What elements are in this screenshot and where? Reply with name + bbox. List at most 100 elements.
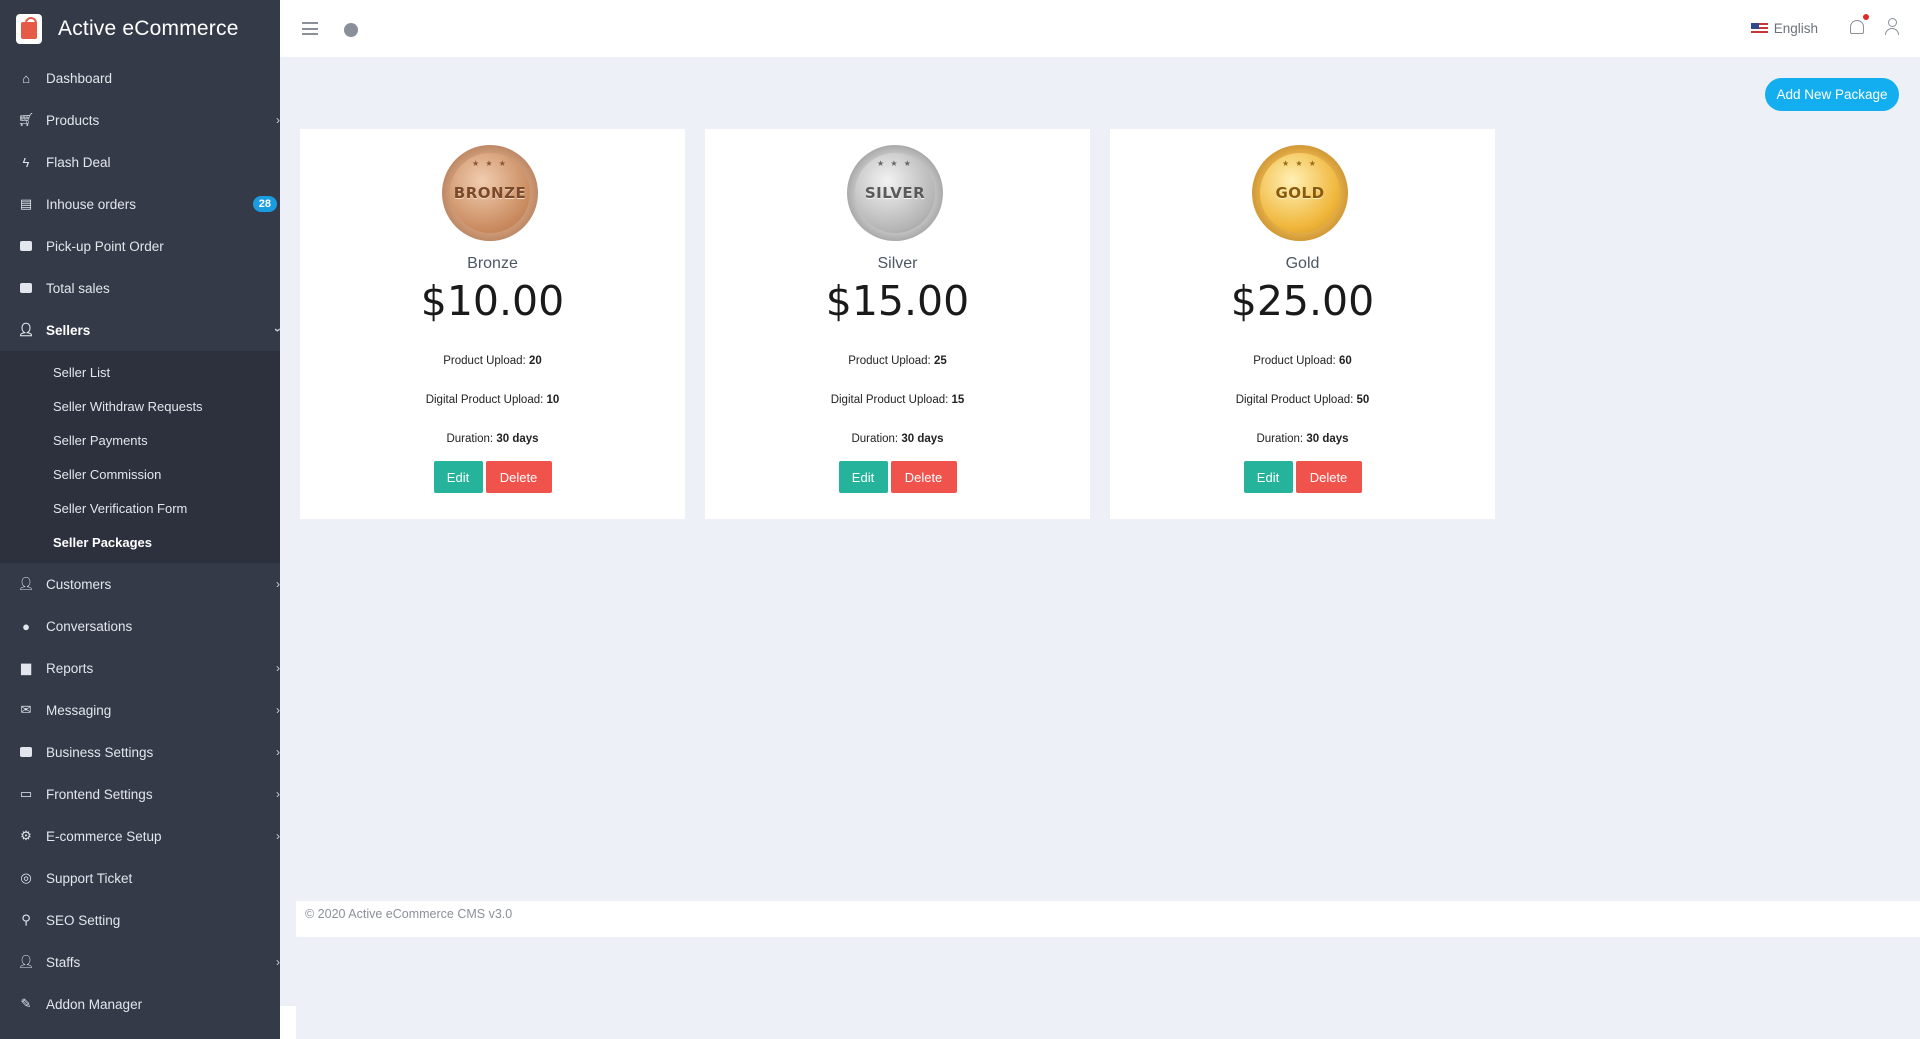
user-icon[interactable]: [1884, 18, 1900, 36]
submenu-item-seller-withdraw-requests[interactable]: Seller Withdraw Requests: [0, 389, 280, 423]
menu-toggle-icon[interactable]: [302, 22, 318, 35]
user-plus-icon: 👤︎: [17, 322, 35, 337]
topbar: English: [280, 0, 1920, 57]
gold-medal-icon: ★ ★ ★ GOLD: [1252, 145, 1348, 241]
sidebar-item-label: Pick-up Point Order: [46, 238, 164, 254]
sidebar-item-seo-setting[interactable]: ⚲ SEO Setting: [0, 899, 280, 941]
medal-text: SILVER: [864, 184, 926, 202]
sidebar-item-label: Reports: [46, 660, 94, 676]
sidebar-item-business-settings[interactable]: Business Settings ›: [0, 731, 280, 773]
product-upload-value: 60: [1338, 355, 1352, 367]
package-card-silver: ★ ★ ★ SILVER Silver $15.00 Product Uploa…: [705, 129, 1090, 519]
card-actions: Edit Delete: [300, 461, 685, 493]
product-upload-row: Product Upload: 20: [300, 355, 685, 367]
sidebar-item-label: Inhouse orders: [46, 196, 137, 212]
duration-row: Duration: 30 days: [1110, 433, 1495, 445]
edit-button[interactable]: Edit: [838, 461, 888, 493]
wrench-icon: ✎: [20, 996, 32, 1011]
sidebar-item-products[interactable]: 🛒︎ Products ›: [0, 99, 280, 141]
edit-button[interactable]: Edit: [433, 461, 483, 493]
duration-row: Duration: 30 days: [300, 433, 685, 445]
sidebar-item-label: Messaging: [46, 702, 112, 718]
sidebar-item-frontend-settings[interactable]: ▭ Frontend Settings ›: [0, 773, 280, 815]
sidebar-item-messaging[interactable]: ✉ Messaging ›: [0, 689, 280, 731]
globe-icon[interactable]: [344, 23, 358, 37]
sidebar-item-addon-manager[interactable]: ✎ Addon Manager: [0, 983, 280, 1025]
sidebar-item-label: Products: [46, 112, 100, 128]
sidebar-item-label: Frontend Settings: [46, 786, 153, 802]
sidebar-item-label: SEO Setting: [46, 912, 121, 928]
product-upload-label: Product Upload:: [848, 355, 931, 367]
sidebar-item-reports[interactable]: ▆ Reports ›: [0, 647, 280, 689]
duration-value: 30 days: [496, 433, 539, 445]
sidebar-item-sellers[interactable]: 👤︎ Sellers ›: [0, 309, 280, 351]
sidebar-item-pickup-point-order[interactable]: Pick-up Point Order: [0, 225, 280, 267]
product-upload-value: 25: [933, 355, 947, 367]
submenu-item-seller-payments[interactable]: Seller Payments: [0, 423, 280, 457]
sidebar-item-label: Dashboard: [46, 70, 113, 86]
sidebar-item-total-sales[interactable]: Total sales: [0, 267, 280, 309]
medal-text: BRONZE: [453, 184, 527, 202]
duration-value: 30 days: [901, 433, 944, 445]
brand-name: Active eCommerce: [58, 16, 239, 40]
comment-icon: ●: [22, 618, 30, 634]
sidebar-item-label: Customers: [46, 576, 112, 592]
duration-row: Duration: 30 days: [705, 433, 1090, 445]
delete-button[interactable]: Delete: [1295, 461, 1362, 493]
card-actions: Edit Delete: [705, 461, 1090, 493]
submenu-item-seller-list[interactable]: Seller List: [0, 355, 280, 389]
basket-icon: ▤: [19, 196, 33, 211]
digital-product-upload-value: 10: [546, 394, 560, 406]
package-price: $10.00: [420, 277, 565, 325]
edit-button[interactable]: Edit: [1243, 461, 1293, 493]
file-icon: ▆: [21, 660, 31, 675]
card-actions: Edit Delete: [1110, 461, 1495, 493]
chevron-right-icon: ›: [276, 745, 280, 759]
sidebar-nav: ⌂ Dashboard 🛒︎ Products › ϟ Flash Deal ▤…: [0, 57, 280, 351]
sidebar-item-label: Flash Deal: [46, 154, 111, 170]
sidebar-item-support-ticket[interactable]: ◎ Support Ticket: [0, 857, 280, 899]
duration-label: Duration:: [446, 433, 494, 445]
silver-medal-icon: ★ ★ ★ SILVER: [847, 145, 943, 241]
sidebar-item-inhouse-orders[interactable]: ▤ Inhouse orders 28: [0, 183, 280, 225]
product-upload-label: Product Upload:: [443, 355, 526, 367]
digital-product-upload-label: Digital Product Upload:: [425, 394, 544, 406]
sidebar-item-customers[interactable]: 👤︎ Customers ›: [0, 563, 280, 605]
notification-dot: [1863, 14, 1869, 20]
language-selector[interactable]: English: [1750, 21, 1818, 36]
sidebar-item-conversations[interactable]: ● Conversations: [0, 605, 280, 647]
submenu-item-seller-commission[interactable]: Seller Commission: [0, 457, 280, 491]
shopping-bag-logo-icon: [16, 13, 42, 44]
chevron-right-icon: ›: [276, 113, 280, 127]
package-card-gold: ★ ★ ★ GOLD Gold $25.00 Product Upload: 6…: [1110, 129, 1495, 519]
money-icon: [18, 238, 34, 254]
product-upload-row: Product Upload: 25: [705, 355, 1090, 367]
user-plus-icon: 👤︎: [17, 576, 35, 591]
delete-button[interactable]: Delete: [890, 461, 957, 493]
product-upload-value: 20: [528, 355, 542, 367]
chevron-down-icon: ›: [271, 328, 280, 332]
package-name: Bronze: [467, 255, 518, 272]
sidebar-item-label: Business Settings: [46, 744, 154, 760]
sellers-submenu: Seller List Seller Withdraw Requests Sel…: [0, 351, 280, 563]
submenu-item-seller-packages[interactable]: Seller Packages: [0, 525, 280, 559]
cart-icon: 🛒︎: [17, 112, 35, 127]
chevron-right-icon: ›: [276, 661, 280, 675]
chevron-right-icon: ›: [276, 787, 280, 801]
submenu-item-seller-verification-form[interactable]: Seller Verification Form: [0, 491, 280, 525]
sidebar-item-label: E-commerce Setup: [46, 828, 162, 844]
brand[interactable]: Active eCommerce: [0, 0, 280, 57]
sidebar-item-dashboard[interactable]: ⌂ Dashboard: [0, 57, 280, 99]
add-new-package-button[interactable]: Add New Package: [1765, 78, 1899, 111]
bolt-icon: ϟ: [22, 154, 30, 170]
copyright-text: © 2020 Active eCommerce CMS v3.0: [305, 907, 513, 921]
package-card-bronze: ★ ★ ★ BRONZE Bronze $10.00 Product Uploa…: [300, 129, 685, 519]
sidebar-item-staffs[interactable]: 👤︎ Staffs ›: [0, 941, 280, 983]
package-price: $25.00: [1230, 277, 1375, 325]
language-label: English: [1773, 21, 1818, 36]
us-flag-icon: [1750, 23, 1768, 34]
sidebar-item-ecommerce-setup[interactable]: ⚙ E-commerce Setup ›: [0, 815, 280, 857]
bell-icon[interactable]: [1850, 14, 1869, 34]
sidebar-item-flash-deal[interactable]: ϟ Flash Deal: [0, 141, 280, 183]
delete-button[interactable]: Delete: [485, 461, 552, 493]
